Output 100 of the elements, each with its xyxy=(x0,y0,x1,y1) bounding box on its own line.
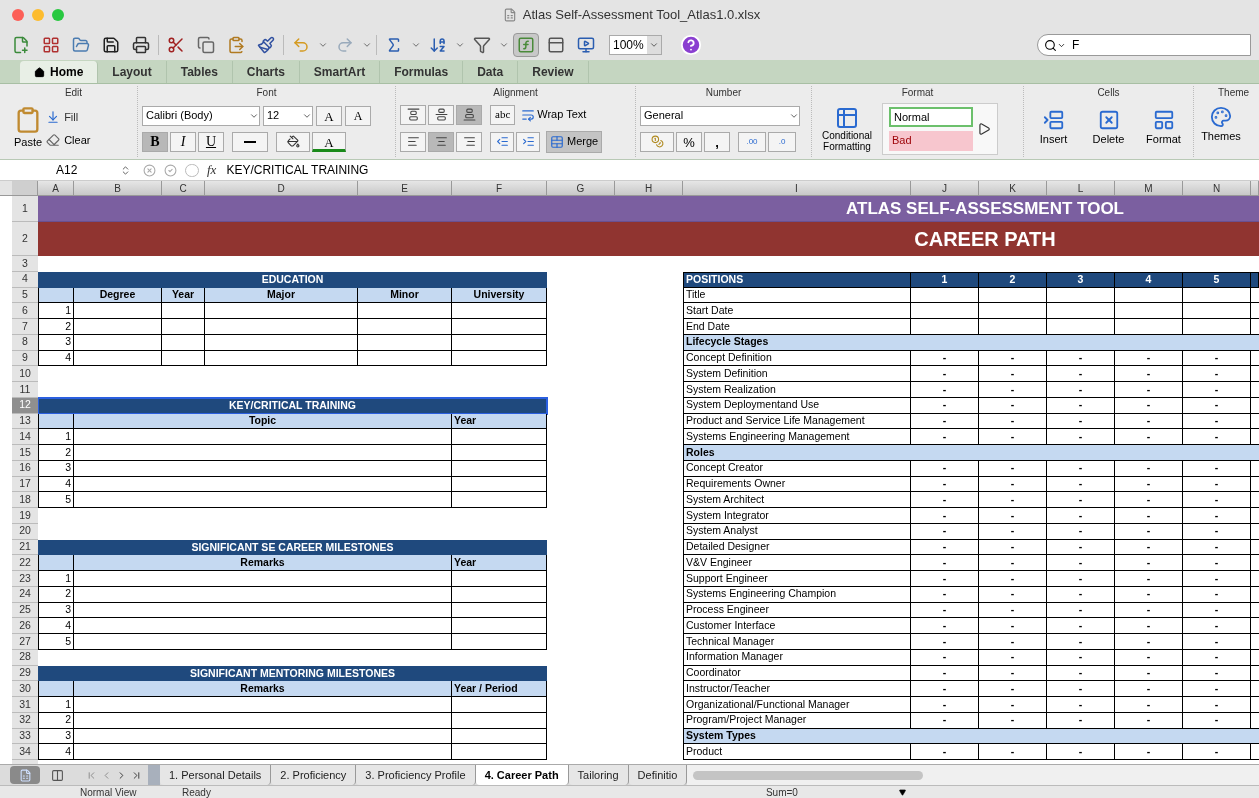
comma-button[interactable]: , xyxy=(704,131,730,152)
help-icon[interactable] xyxy=(679,34,702,56)
column-header[interactable]: M xyxy=(1115,181,1183,195)
sheet-tab[interactable]: 3. Proficiency Profile xyxy=(356,765,476,785)
table-title-bar[interactable]: EDUCATION xyxy=(38,271,547,288)
currency-button[interactable] xyxy=(640,131,674,152)
sheet-tab[interactable]: 4. Career Path xyxy=(475,765,569,785)
cells-button[interactable]: Delete xyxy=(1083,109,1134,148)
row-header[interactable]: 15 xyxy=(12,445,38,461)
redo-icon[interactable] xyxy=(336,36,354,54)
first-sheet-icon[interactable] xyxy=(86,769,97,781)
function-label[interactable]: fx xyxy=(207,160,217,180)
sheet-tab[interactable]: 1. Personal Details xyxy=(160,765,272,785)
orientation-button[interactable]: abc xyxy=(490,104,516,125)
normal-view-button[interactable] xyxy=(10,766,40,784)
column-header[interactable]: D xyxy=(205,181,358,195)
themes-button[interactable]: Themes xyxy=(1196,106,1246,145)
caret-icon[interactable] xyxy=(362,40,372,50)
row-header[interactable]: 1 xyxy=(12,196,38,222)
horizontal-align-button[interactable] xyxy=(428,131,454,152)
sheet-tab[interactable]: 2. Proficiency xyxy=(271,765,357,785)
cells-button[interactable]: Insert xyxy=(1028,109,1079,148)
ribbon-tab[interactable]: Charts xyxy=(232,61,300,83)
merge-button[interactable]: Merge xyxy=(546,130,603,153)
sheet-tab[interactable]: Tailoring xyxy=(568,765,629,785)
column-header[interactable]: I xyxy=(683,181,911,195)
column-header[interactable]: J xyxy=(911,181,979,195)
border-button[interactable] xyxy=(232,131,268,152)
gallery-icon[interactable] xyxy=(42,36,60,54)
ribbon-tab[interactable]: Review xyxy=(518,61,589,83)
formula-builder-button[interactable] xyxy=(513,33,539,57)
clear-button[interactable]: Clear xyxy=(46,131,91,148)
column-header[interactable]: N xyxy=(1183,181,1251,195)
row-header[interactable]: 26 xyxy=(12,618,38,634)
name-box[interactable]: A12 xyxy=(0,161,120,179)
row-header[interactable]: 6 xyxy=(12,303,38,319)
row-header[interactable]: 27 xyxy=(12,634,38,650)
sort-icon[interactable] xyxy=(429,36,447,54)
column-header[interactable]: B xyxy=(74,181,162,195)
row-header[interactable]: 10 xyxy=(12,366,38,382)
last-sheet-icon[interactable] xyxy=(131,769,142,781)
decrease-decimal-button[interactable]: .0 xyxy=(768,131,796,152)
cut-icon[interactable] xyxy=(167,36,185,54)
wrap-text-button[interactable]: Wrap Text xyxy=(521,106,587,123)
column-header[interactable]: C xyxy=(162,181,205,195)
ribbon-tab[interactable]: Home xyxy=(20,61,99,83)
shrink-font-button[interactable]: A xyxy=(345,105,371,126)
grow-font-button[interactable]: A xyxy=(316,105,342,126)
search-field[interactable]: F xyxy=(1037,34,1251,56)
filter-icon[interactable] xyxy=(473,36,491,54)
row-header[interactable]: 7 xyxy=(12,319,38,335)
table-title-bar[interactable]: SIGNIFICANT SE CAREER MILESTONES xyxy=(38,539,547,556)
table-title-bar[interactable]: SIGNIFICANT MENTORING MILESTONES xyxy=(38,665,547,682)
ribbon-tab[interactable]: Formulas xyxy=(380,61,464,83)
new-document-icon[interactable] xyxy=(12,36,30,54)
fill-color-button[interactable] xyxy=(276,131,310,152)
cell-style-swatch[interactable]: Normal xyxy=(889,106,973,127)
vertical-align-button[interactable] xyxy=(456,104,482,125)
open-folder-icon[interactable] xyxy=(72,36,90,54)
column-header[interactable]: H xyxy=(615,181,683,195)
font-color-button[interactable]: A xyxy=(312,131,346,152)
row-header[interactable]: 14 xyxy=(12,429,38,445)
undo-icon[interactable] xyxy=(292,36,310,54)
ribbon-tab[interactable]: Layout xyxy=(98,61,167,83)
table-title-bar[interactable]: KEY/CRITICAL TRAINING xyxy=(38,397,547,414)
caret-icon[interactable] xyxy=(499,40,509,50)
column-header[interactable]: K xyxy=(979,181,1047,195)
copy-icon[interactable] xyxy=(197,36,215,54)
media-icon[interactable] xyxy=(577,36,595,54)
ribbon-tab[interactable]: SmartArt xyxy=(299,61,381,83)
row-header[interactable]: 31 xyxy=(12,697,38,713)
ribbon-tab[interactable]: Tables xyxy=(166,61,233,83)
vertical-align-button[interactable] xyxy=(428,104,454,125)
cells-button[interactable]: Format xyxy=(1138,109,1189,148)
column-header[interactable]: A xyxy=(38,181,74,195)
fill-button[interactable]: Fill xyxy=(46,109,91,126)
sum-display[interactable]: Sum=0 xyxy=(765,784,906,798)
column-header[interactable] xyxy=(1251,181,1259,195)
row-header[interactable]: 2 xyxy=(12,222,38,256)
font-size-field[interactable]: 12 xyxy=(263,105,313,126)
zoom-window-icon[interactable] xyxy=(52,9,64,21)
paste-button[interactable]: Paste xyxy=(14,134,43,151)
row-header[interactable]: 18 xyxy=(12,492,38,508)
close-window-icon[interactable] xyxy=(12,9,24,21)
paste-icon[interactable] xyxy=(227,36,245,54)
number-format-field[interactable]: General xyxy=(640,105,800,126)
horizontal-align-button[interactable] xyxy=(400,131,426,152)
vertical-align-button[interactable] xyxy=(400,104,426,125)
column-header[interactable]: G xyxy=(547,181,615,195)
bold-button[interactable]: B xyxy=(142,131,168,152)
scrollbar-thumb[interactable] xyxy=(693,770,924,780)
font-name-field[interactable]: Calibri (Body) xyxy=(142,105,260,126)
cancel-icon[interactable] xyxy=(143,163,156,177)
caret-icon[interactable] xyxy=(318,40,328,50)
horizontal-align-button[interactable] xyxy=(456,131,482,152)
row-header[interactable]: 22 xyxy=(12,555,38,571)
conditional-formatting-button[interactable]: Conditional Formatting xyxy=(816,129,878,152)
confirm-icon[interactable] xyxy=(164,163,177,177)
sheet-tab[interactable]: Definitio xyxy=(628,765,688,785)
cell-style-swatch[interactable]: Bad xyxy=(889,130,973,151)
